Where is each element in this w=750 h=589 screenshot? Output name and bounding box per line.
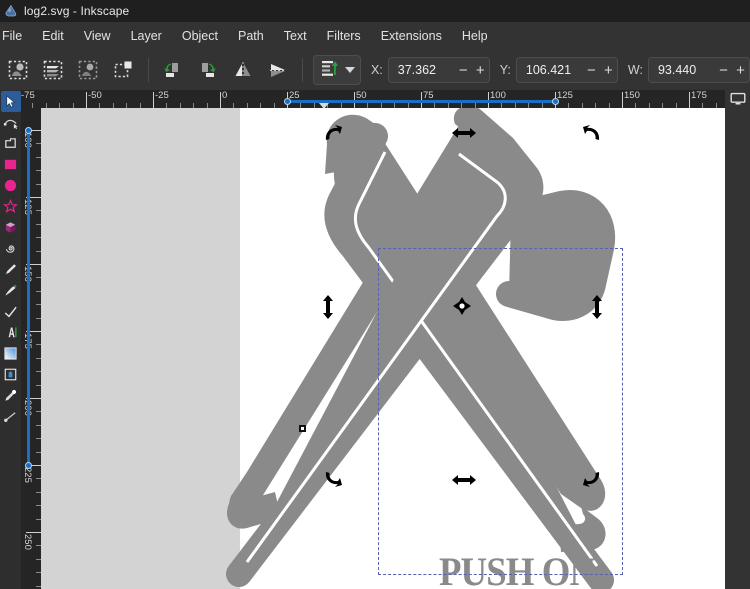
- flip-horizontal-button[interactable]: [227, 54, 258, 86]
- menu-file[interactable]: File: [0, 25, 32, 47]
- h-range-end-dot: [552, 98, 559, 105]
- tool-dropper[interactable]: [1, 385, 21, 406]
- logo-caption: PUSH ON: [439, 549, 596, 589]
- menu-filters[interactable]: Filters: [317, 25, 371, 47]
- width-label: W:: [627, 63, 643, 77]
- tool-selector[interactable]: [0, 91, 21, 112]
- ruler-label: 250: [22, 534, 33, 550]
- horizontal-ruler[interactable]: -75 -50 -25 0 25 50 75 100 125 150 175: [21, 90, 750, 108]
- v-range-end-dot: [25, 462, 32, 469]
- ruler-label: 225: [22, 467, 33, 483]
- v-range-start-dot: [25, 127, 32, 134]
- menu-edit[interactable]: Edit: [32, 25, 74, 47]
- menu-object[interactable]: Object: [172, 25, 228, 47]
- tool-text[interactable]: [1, 322, 21, 343]
- x-position-value[interactable]: 37.362: [389, 58, 455, 82]
- y-position-group: Y: 106.421 − +: [500, 57, 618, 83]
- y-decrement-button[interactable]: −: [583, 58, 600, 82]
- menu-help[interactable]: Help: [452, 25, 498, 47]
- chevron-down-icon: [344, 67, 355, 73]
- crossed-tools-logo[interactable]: [41, 108, 725, 589]
- invert-selection-button[interactable]: [108, 54, 139, 86]
- y-position-field[interactable]: 106.421 − +: [515, 57, 618, 83]
- vertical-selection-range: [27, 130, 30, 465]
- ruler-label: -75: [21, 90, 35, 101]
- ruler-label: -25: [155, 90, 169, 101]
- width-decrement-button[interactable]: −: [715, 58, 732, 82]
- x-decrement-button[interactable]: −: [455, 58, 472, 82]
- select-all-in-all-layers-button[interactable]: [37, 54, 68, 86]
- x-position-group: X: 37.362 − +: [371, 57, 490, 83]
- tool-pencil[interactable]: [1, 259, 21, 280]
- width-value[interactable]: 93.440: [649, 58, 715, 82]
- tool-spiral[interactable]: [1, 238, 21, 259]
- tool-bezier[interactable]: [1, 301, 21, 322]
- tool-rectangle[interactable]: [1, 154, 21, 175]
- x-increment-button[interactable]: +: [472, 58, 489, 82]
- command-toolbar: X: 37.362 − + Y: 106.421 − + W: 93.440 −…: [0, 50, 750, 90]
- ruler-label: 150: [624, 90, 640, 101]
- ruler-label: -50: [88, 90, 102, 101]
- title-bar: log2.svg - Inkscape: [0, 0, 750, 22]
- menu-text[interactable]: Text: [274, 25, 317, 47]
- raise-to-top-button[interactable]: [312, 55, 361, 85]
- tool-tweak[interactable]: [1, 133, 21, 154]
- vertical-ruler[interactable]: 100125150175200225250: [21, 108, 41, 589]
- rotate-counterclockwise-button[interactable]: [156, 54, 187, 86]
- inkscape-logo-icon: [4, 4, 18, 18]
- h-range-start-dot: [284, 98, 291, 105]
- right-panel-strip: [725, 108, 750, 589]
- y-position-label: Y:: [499, 63, 511, 77]
- x-position-field[interactable]: 37.362 − +: [387, 57, 490, 83]
- tool-node-editor[interactable]: [1, 112, 21, 133]
- y-increment-button[interactable]: +: [600, 58, 617, 82]
- inkscape-window: log2.svg - Inkscape File Edit View Layer…: [0, 0, 750, 589]
- y-position-value[interactable]: 106.421: [517, 58, 583, 82]
- width-field[interactable]: 93.440 − +: [647, 57, 750, 83]
- tool-gradient[interactable]: [1, 343, 21, 364]
- toolbar-separator: [147, 58, 149, 82]
- toolbar-separator-2: [302, 58, 303, 82]
- ruler-label: 175: [691, 90, 707, 101]
- select-all-button[interactable]: [2, 54, 33, 86]
- tool-ellipse[interactable]: [1, 175, 21, 196]
- menu-bar: File Edit View Layer Object Path Text Fi…: [0, 22, 750, 50]
- object-node-marker[interactable]: [299, 425, 306, 432]
- ruler-label: 0: [222, 90, 228, 101]
- window-title: log2.svg - Inkscape: [24, 4, 130, 18]
- menu-layer[interactable]: Layer: [121, 25, 172, 47]
- menu-path[interactable]: Path: [228, 25, 274, 47]
- width-group: W: 93.440 − +: [628, 57, 750, 83]
- flip-vertical-button[interactable]: [263, 54, 294, 86]
- deselect-button[interactable]: [73, 54, 104, 86]
- raise-to-top-icon: [319, 58, 339, 83]
- tool-star[interactable]: [1, 196, 21, 217]
- tool-connector[interactable]: [1, 406, 21, 427]
- menu-extensions[interactable]: Extensions: [371, 25, 452, 47]
- tool-calligraphy[interactable]: [1, 280, 21, 301]
- menu-view[interactable]: View: [74, 25, 121, 47]
- width-increment-button[interactable]: +: [732, 58, 749, 82]
- rotate-clockwise-button[interactable]: [192, 54, 223, 86]
- canvas[interactable]: PUSH ON: [41, 108, 725, 589]
- monitor-icon[interactable]: [725, 90, 750, 108]
- tool-paint-bucket[interactable]: [1, 364, 21, 385]
- x-position-label: X:: [370, 63, 383, 77]
- tool-box: [0, 90, 21, 589]
- tool-3dbox[interactable]: [1, 217, 21, 238]
